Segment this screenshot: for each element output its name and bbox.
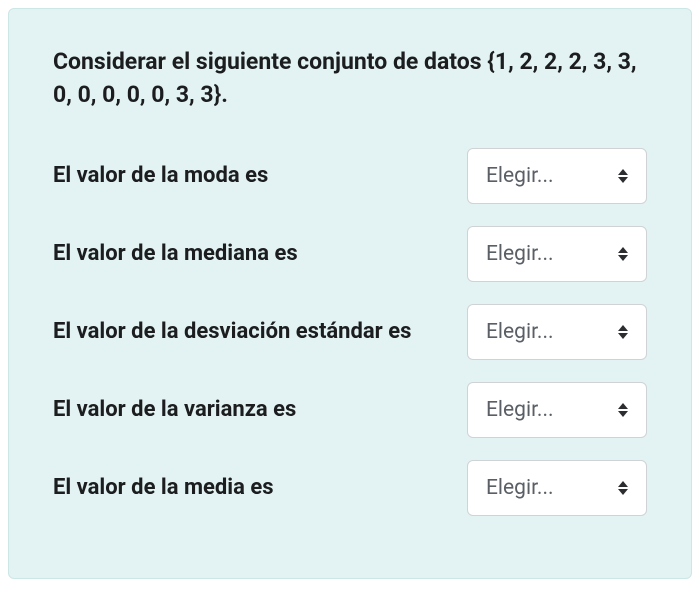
select-placeholder-text: Elegir... bbox=[486, 320, 554, 344]
question-panel: Considerar el siguiente conjunto de dato… bbox=[8, 8, 692, 579]
sort-icon bbox=[618, 169, 628, 183]
question-prompt: Considerar el siguiente conjunto de dato… bbox=[53, 45, 647, 112]
sort-icon bbox=[618, 481, 628, 495]
select-moda[interactable]: Elegir... bbox=[467, 148, 647, 204]
select-placeholder-text: Elegir... bbox=[486, 398, 554, 422]
question-row-mediana: El valor de la mediana es Elegir... bbox=[53, 226, 647, 282]
select-media[interactable]: Elegir... bbox=[467, 460, 647, 516]
select-desviacion[interactable]: Elegir... bbox=[467, 304, 647, 360]
question-label: El valor de la varianza es bbox=[53, 395, 447, 425]
sort-icon bbox=[618, 325, 628, 339]
select-mediana[interactable]: Elegir... bbox=[467, 226, 647, 282]
select-varianza[interactable]: Elegir... bbox=[467, 382, 647, 438]
sort-icon bbox=[618, 247, 628, 261]
sort-icon bbox=[618, 403, 628, 417]
select-placeholder-text: Elegir... bbox=[486, 164, 554, 188]
question-row-moda: El valor de la moda es Elegir... bbox=[53, 148, 647, 204]
select-placeholder-text: Elegir... bbox=[486, 242, 554, 266]
question-label: El valor de la moda es bbox=[53, 161, 447, 191]
question-label: El valor de la mediana es bbox=[53, 239, 447, 269]
question-label: El valor de la media es bbox=[53, 473, 447, 503]
question-row-media: El valor de la media es Elegir... bbox=[53, 460, 647, 516]
select-placeholder-text: Elegir... bbox=[486, 476, 554, 500]
question-row-varianza: El valor de la varianza es Elegir... bbox=[53, 382, 647, 438]
question-row-desviacion: El valor de la desviación estándar es El… bbox=[53, 304, 647, 360]
question-label: El valor de la desviación estándar es bbox=[53, 317, 447, 347]
